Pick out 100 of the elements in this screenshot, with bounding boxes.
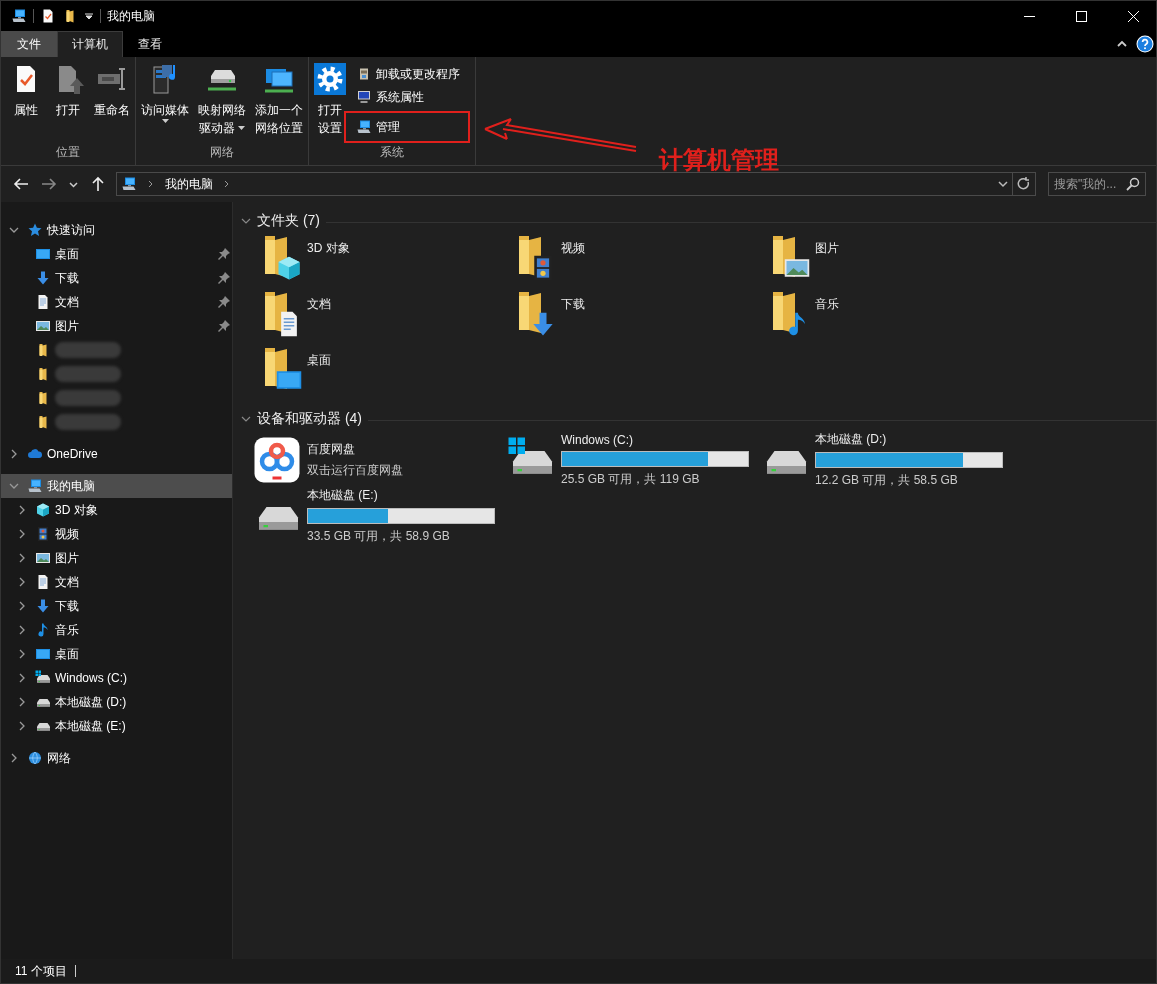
item-label: 3D 对象 xyxy=(307,240,350,257)
item-label: 音乐 xyxy=(815,296,839,313)
network-icon xyxy=(27,750,43,766)
tree-item[interactable]: 桌面 xyxy=(1,242,232,266)
film-icon xyxy=(35,526,51,542)
settings-icon xyxy=(314,63,346,95)
drive-reading: 12.2 GB 可用，共 58.5 GB xyxy=(815,472,959,489)
dropdown-icon[interactable] xyxy=(998,179,1008,189)
item-label: 文档 xyxy=(307,296,331,313)
tree-item[interactable]: 快速访问 xyxy=(1,218,232,242)
ribbon-command[interactable]: 重命名 xyxy=(94,63,130,144)
folder-tile[interactable]: 3D 对象 xyxy=(253,232,507,288)
ribbon-command[interactable]: 系统属性 xyxy=(356,88,470,106)
forward-arrow-icon[interactable] xyxy=(41,176,57,192)
up-arrow-icon[interactable] xyxy=(90,176,106,192)
folder-tile[interactable]: 桌面 xyxy=(253,344,507,400)
folder-tile[interactable]: 文档 xyxy=(253,288,507,344)
item-label: 下载 xyxy=(561,296,585,313)
chevron-icon[interactable] xyxy=(147,180,155,188)
ribbon-tab[interactable]: 查看 xyxy=(123,31,177,57)
ribbon-command[interactable]: 属性 xyxy=(10,63,42,144)
group-label: 系统 xyxy=(379,144,405,161)
dropdown-icon[interactable] xyxy=(84,11,94,21)
tree-item[interactable]: 图片 xyxy=(1,314,232,338)
pin-icon[interactable] xyxy=(218,320,230,332)
folder-tile[interactable]: 视频 xyxy=(507,232,761,288)
close-icon xyxy=(1127,10,1139,22)
tree-item[interactable]: 网络 xyxy=(1,746,232,770)
item-label: 桌面 xyxy=(307,352,331,369)
folder-tile[interactable]: 音乐 xyxy=(761,288,1015,344)
ribbon-command[interactable]: 访问媒体 xyxy=(141,63,189,144)
item-subtitle: 双击运行百度网盘 xyxy=(307,462,403,479)
tree-item[interactable]: 音乐 xyxy=(1,618,232,642)
tree-item[interactable]: 下载 xyxy=(1,266,232,290)
app-logo-icon xyxy=(253,436,301,484)
tree-item[interactable]: 本地磁盘 (D:) xyxy=(1,690,232,714)
back-arrow-icon[interactable] xyxy=(13,176,29,192)
computer-icon xyxy=(27,478,43,494)
tree-item[interactable]: 我的电脑 xyxy=(1,474,232,498)
ribbon-command[interactable]: 打开 设置 xyxy=(314,63,346,144)
image-icon xyxy=(35,550,51,566)
desktop-icon xyxy=(35,246,51,262)
computer-icon xyxy=(11,8,27,24)
drive-tile[interactable]: Windows (C:) 25.5 GB 可用，共 119 GB xyxy=(507,432,761,488)
ribbon-command[interactable]: 添加一个 网络位置 xyxy=(255,63,303,144)
pin-icon[interactable] xyxy=(218,272,230,284)
tree-item[interactable]: 桌面 xyxy=(1,642,232,666)
tree-item[interactable]: 文档 xyxy=(1,290,232,314)
monitor-icon xyxy=(356,89,372,105)
chevron-icon[interactable] xyxy=(7,225,21,235)
ribbon-command[interactable]: 打开 xyxy=(52,63,84,144)
tree-item[interactable]: Windows (C:) xyxy=(1,666,232,690)
drive-icon xyxy=(35,670,51,686)
ribbon-tab[interactable]: 计算机 xyxy=(57,31,123,57)
ribbon-command[interactable]: 卸载或更改程序 xyxy=(356,65,470,83)
download-arrow-icon xyxy=(35,270,51,286)
item-label: 本地磁盘 (D:) xyxy=(815,431,888,448)
group-label: 位置 xyxy=(55,144,81,161)
group-label: 网络 xyxy=(209,144,235,161)
address-field[interactable]: 我的电脑 xyxy=(116,172,1036,196)
tree-item[interactable]: 本地磁盘 (E:) xyxy=(1,714,232,738)
help-icon[interactable] xyxy=(1136,35,1154,53)
item-label: 图片 xyxy=(815,240,839,257)
folder-tile[interactable]: 下载 xyxy=(507,288,761,344)
section-title[interactable]: 设备和驱动器 (4) xyxy=(257,410,362,428)
drive-tile[interactable]: 本地磁盘 (E:) 33.5 GB 可用，共 58.9 GB xyxy=(253,488,507,544)
drive-tile[interactable]: 本地磁盘 (D:) 12.2 GB 可用，共 58.5 GB xyxy=(761,432,1015,488)
ribbon-tab[interactable]: 文件 xyxy=(1,31,57,57)
refresh-icon[interactable] xyxy=(1017,177,1031,191)
item-count: 11 个项目 xyxy=(15,962,67,980)
folder-tile[interactable]: 图片 xyxy=(761,232,1015,288)
breadcrumb[interactable]: 我的电脑 xyxy=(165,175,213,193)
desktop-icon xyxy=(35,646,51,662)
tree-item[interactable]: 文档 xyxy=(1,570,232,594)
chevron-icon[interactable] xyxy=(69,179,78,189)
item-label: 本地磁盘 (E:) xyxy=(307,487,379,504)
item-label: 视频 xyxy=(561,240,585,257)
image-icon xyxy=(35,318,51,334)
drive-reading: 25.5 GB 可用，共 119 GB xyxy=(561,470,701,488)
pin-icon[interactable] xyxy=(218,296,230,308)
section-title[interactable]: 文件夹 (7) xyxy=(257,212,320,230)
maximize-icon xyxy=(1075,10,1087,22)
computer-icon xyxy=(121,176,137,192)
item-label: 百度网盘 xyxy=(307,441,356,458)
search-field[interactable]: 搜索"我的... xyxy=(1048,172,1146,196)
tree-item[interactable]: OneDrive xyxy=(1,442,232,466)
chevron-icon[interactable] xyxy=(223,180,231,188)
ribbon-command[interactable]: 管理 xyxy=(356,118,400,136)
chevron-icon[interactable] xyxy=(241,414,251,424)
item-label: Windows (C:) xyxy=(561,432,634,447)
app-tile[interactable]: 百度网盘 双击运行百度网盘 xyxy=(253,432,507,488)
ribbon-command[interactable]: 映射网络 驱动器 xyxy=(198,63,246,144)
tree-item[interactable]: 3D 对象 xyxy=(1,498,232,522)
tree-item[interactable]: 下载 xyxy=(1,594,232,618)
tree-item[interactable]: 图片 xyxy=(1,546,232,570)
pin-icon[interactable] xyxy=(218,248,230,260)
chevron-icon[interactable] xyxy=(241,216,251,226)
download-arrow-icon xyxy=(35,598,51,614)
tree-item[interactable]: 视频 xyxy=(1,522,232,546)
search-icon xyxy=(1126,177,1140,191)
